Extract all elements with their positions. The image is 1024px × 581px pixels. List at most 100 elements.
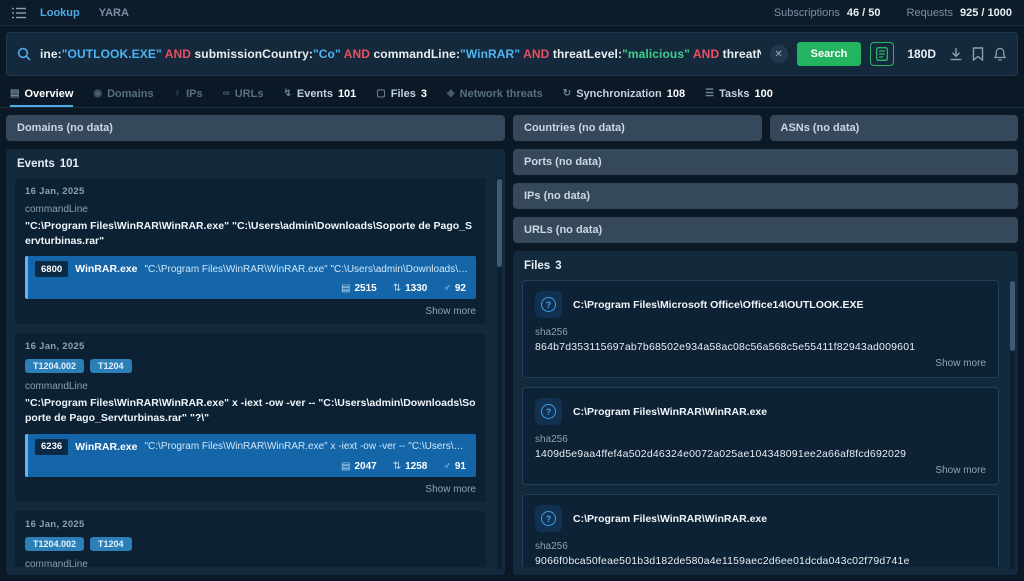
process-command: "C:\Program Files\WinRAR\WinRAR.exe" x -… [144, 441, 468, 452]
file-show-more-link[interactable]: Show more [535, 358, 986, 369]
tab-icon: ◈ [447, 88, 455, 99]
files-scrollbar-track[interactable] [1010, 279, 1015, 569]
query-segment: submissionCountry: [195, 47, 313, 61]
file-card: ? C:\Program Files\Microsoft Office\Offi… [522, 280, 999, 378]
files-list: ? C:\Program Files\Microsoft Office\Offi… [522, 280, 1009, 567]
query-segment: AND [341, 47, 374, 61]
file-card: ? C:\Program Files\WinRAR\WinRAR.exe sha… [522, 387, 999, 485]
file-path: C:\Program Files\Microsoft Office\Office… [573, 299, 864, 311]
tab[interactable]: ▤ Overview [10, 80, 73, 107]
connection-icon: ♂ [443, 461, 451, 472]
event-card: 16 Jan, 2025 T1204.002T1204 commandLine … [15, 333, 486, 501]
query-segment: commandLine: [374, 47, 461, 61]
tab-label: Domains [107, 88, 153, 100]
overview-content: Domains (no data) Events101 16 Jan, 2025… [0, 108, 1024, 581]
files-scrollbar-thumb[interactable] [1010, 281, 1015, 351]
unknown-file-icon: ? [535, 291, 562, 318]
mitre-tag[interactable]: T1204 [90, 359, 132, 373]
tab[interactable]: ☰ Tasks 100 [705, 80, 773, 107]
search-icon [17, 47, 31, 61]
process-row[interactable]: 6236 WinRAR.exe "C:\Program Files\WinRAR… [25, 434, 476, 477]
nav-item[interactable]: YARA [99, 7, 129, 19]
tab-count: 101 [338, 88, 356, 100]
countries-panel-header[interactable]: Countries (no data) [513, 115, 762, 141]
events-panel-title: Events101 [17, 158, 496, 170]
query-segment: "OUTLOOK.EXE" [62, 47, 162, 61]
event-command-line: "C:\Program Files\WinRAR\WinRAR.exe" "C:… [25, 219, 476, 248]
events-panel: Events101 16 Jan, 2025 commandLine "C:\P… [6, 149, 505, 575]
tab-label: Files [391, 88, 416, 100]
menu-icon[interactable] [12, 7, 26, 19]
period-selector[interactable]: 180D [907, 47, 936, 61]
process-stats: ⚐ ▤2047 ⇅1258 ♂91 [35, 461, 468, 473]
file-card: ? C:\Program Files\WinRAR\WinRAR.exe sha… [522, 494, 999, 567]
tab-label: Tasks [719, 88, 749, 100]
report-icon[interactable] [870, 42, 894, 66]
tab[interactable]: ↻ Synchronization 108 [563, 80, 685, 107]
connection-icon: ♂ [443, 283, 451, 294]
process-row[interactable]: 6800 WinRAR.exe "C:\Program Files\WinRAR… [25, 256, 476, 299]
query-segment: threatName: [723, 47, 761, 61]
event-show-more-link[interactable]: Show more [25, 306, 476, 317]
file-show-more-link[interactable]: Show more [535, 465, 986, 476]
download-icon[interactable] [949, 47, 963, 61]
event-date: 16 Jan, 2025 [25, 341, 476, 352]
files-stat: ▤2515 [341, 283, 377, 294]
query-segment: "malicious" [622, 47, 690, 61]
mitre-tag[interactable]: T1204 [90, 537, 132, 551]
search-bar: ine:"OUTLOOK.EXE" AND submissionCountry:… [6, 32, 1018, 76]
unknown-file-icon: ? [535, 398, 562, 425]
files-stat: ▤2047 [341, 461, 377, 472]
mitre-tag[interactable]: T1204.002 [25, 537, 84, 551]
ips-panel-header[interactable]: IPs (no data) [513, 183, 1018, 209]
tab-label: Network threats [460, 88, 543, 100]
event-show-more-link[interactable]: Show more [25, 484, 476, 495]
domains-panel-header[interactable]: Domains (no data) [6, 115, 505, 141]
tab[interactable]: ◈ Network threats [447, 80, 543, 107]
event-field-label: commandLine [25, 204, 476, 215]
document-icon: ▤ [341, 461, 350, 472]
urls-panel-header[interactable]: URLs (no data) [513, 217, 1018, 243]
events-scrollbar-thumb[interactable] [497, 179, 502, 267]
process-name: WinRAR.exe [75, 263, 137, 275]
unknown-file-icon: ? [535, 505, 562, 532]
query-segment: AND [162, 47, 195, 61]
files-panel-title: Files3 [524, 260, 1009, 272]
bookmark-icon[interactable] [972, 47, 984, 61]
event-field-label: commandLine [25, 381, 476, 392]
io-stat: ⇅1330 [393, 283, 428, 294]
tab[interactable]: ∞ URLs [223, 80, 264, 107]
tab[interactable]: ↯ Events 101 [283, 80, 356, 107]
tab-count: 100 [754, 88, 772, 100]
tab-icon: ☰ [705, 88, 714, 99]
search-query-input[interactable]: ine:"OUTLOOK.EXE" AND submissionCountry:… [40, 47, 761, 61]
tab-label: URLs [235, 88, 264, 100]
tab-icon: ▤ [10, 88, 19, 99]
search-button[interactable]: Search [797, 42, 862, 66]
event-card: 16 Jan, 2025 commandLine "C:\Program Fil… [15, 178, 486, 324]
tab-count: 3 [421, 88, 427, 100]
ports-panel-header[interactable]: Ports (no data) [513, 149, 1018, 175]
tab-icon: ↻ [563, 88, 571, 99]
process-pid-badge: 6236 [35, 439, 68, 455]
up-down-arrows-icon: ⇅ [393, 283, 401, 294]
clear-query-icon[interactable]: ✕ [770, 45, 788, 63]
asns-panel-header[interactable]: ASNs (no data) [770, 115, 1019, 141]
query-segment: ine: [40, 47, 62, 61]
tab-icon: ◉ [93, 88, 102, 99]
sha256-label: sha256 [535, 327, 986, 338]
nav-item[interactable]: Lookup [40, 7, 80, 19]
connections-stat: ♂92 [443, 283, 466, 294]
process-stats: ⚐ ▤2515 ⇅1330 ♂92 [35, 283, 468, 295]
mitre-tag[interactable]: T1204.002 [25, 359, 84, 373]
tab[interactable]: ▢ Files 3 [376, 80, 427, 107]
subscriptions-quota: Subscriptions46 / 50 [774, 7, 881, 19]
event-date: 16 Jan, 2025 [25, 519, 476, 530]
bell-icon[interactable] [993, 47, 1007, 61]
events-scrollbar-track[interactable] [497, 177, 502, 569]
tab-label: Events [297, 88, 333, 100]
tab[interactable]: ◉ Domains [93, 80, 153, 107]
query-segment: "WinRAR" [460, 47, 520, 61]
tab-icon: ▢ [376, 88, 385, 99]
tab[interactable]: ♀ IPs [174, 80, 203, 107]
